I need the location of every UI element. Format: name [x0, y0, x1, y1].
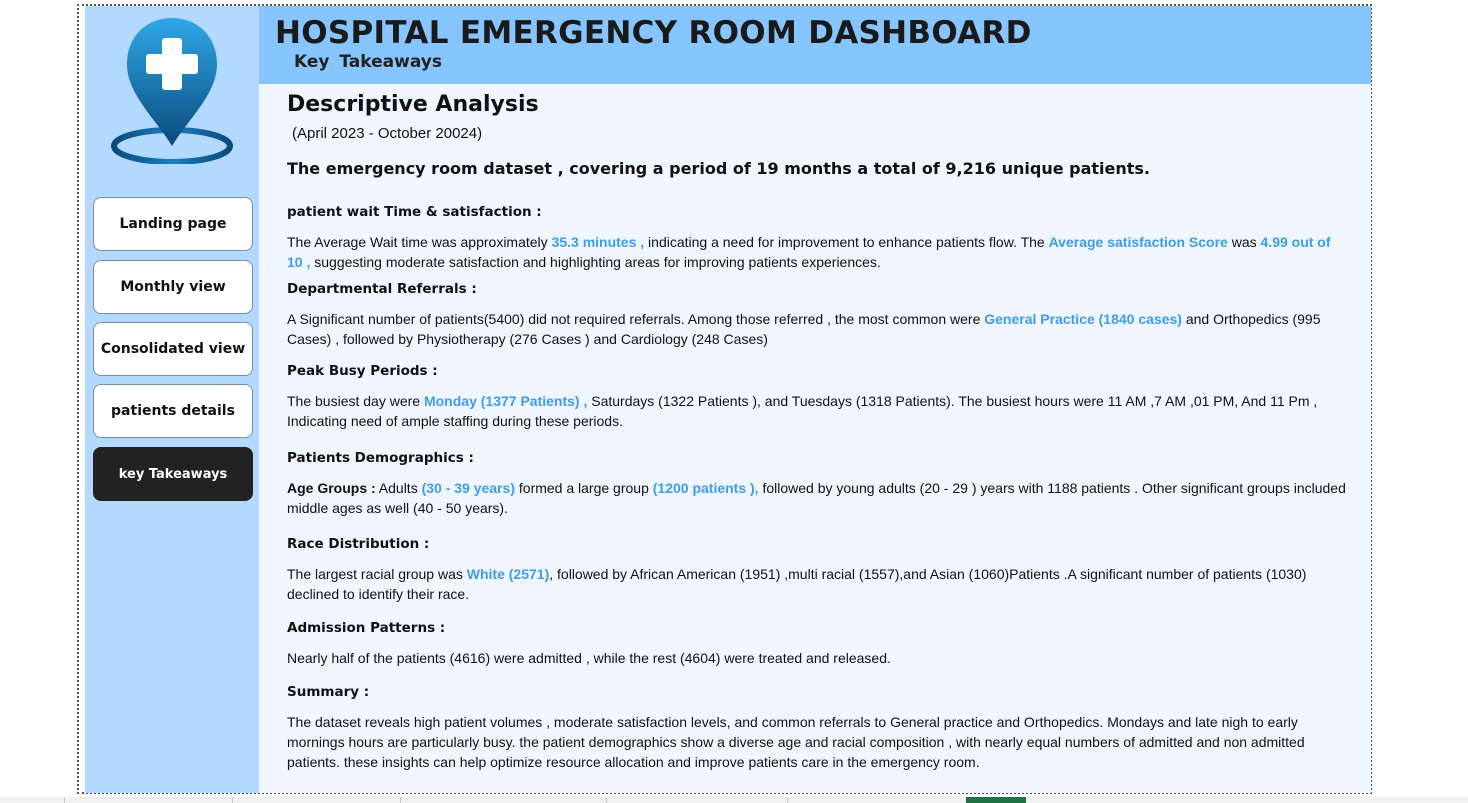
nav-label: Landing page: [119, 216, 227, 232]
race-heading: Race Distribution :: [287, 536, 430, 552]
wait-heading: patient wait Time & satisfaction :: [287, 204, 542, 220]
peak-paragraph: The busiest day were Monday (1377 Patien…: [287, 391, 1347, 431]
nav-landing-page-button[interactable]: Landing page: [93, 197, 253, 251]
demographics-paragraph: Age Groups : Adults (30 - 39 years) form…: [287, 478, 1347, 518]
header-banner: HOSPITAL EMERGENCY ROOM DASHBOARD Key Ta…: [259, 6, 1371, 84]
text: The Average Wait time was approximately: [287, 234, 552, 250]
text: formed a large group: [515, 480, 653, 496]
text: Adults: [375, 480, 422, 496]
lead-summary: The emergency room dataset , covering a …: [287, 159, 1150, 178]
active-sheet-tab[interactable]: [966, 797, 1026, 803]
summary-heading: Summary :: [287, 684, 370, 700]
text: The largest racial group was: [287, 566, 467, 582]
demographics-heading: Patients Demographics :: [287, 450, 474, 466]
highlight: General Practice (1840 cases): [984, 311, 1182, 327]
sidebar: Landing page Monthly view Consolidated v…: [85, 6, 259, 793]
peak-heading: Peak Busy Periods :: [287, 363, 438, 379]
wait-paragraph: The Average Wait time was approximately …: [287, 232, 1347, 272]
age-groups-label: Age Groups :: [287, 480, 376, 496]
text: indicating a need for improvement to enh…: [644, 234, 1049, 250]
text: was: [1227, 234, 1261, 250]
text: A Significant number of patients(5400) d…: [287, 311, 985, 327]
race-paragraph: The largest racial group was White (2571…: [287, 564, 1347, 604]
highlight: Average satisfaction Score: [1048, 234, 1228, 250]
nav-monthly-view-button[interactable]: Monthly view: [93, 260, 253, 314]
highlight: Monday (1377 Patients) ,: [423, 393, 588, 409]
admission-heading: Admission Patterns :: [287, 620, 446, 636]
nav-label: patients details: [111, 403, 235, 419]
page-subtitle: Key Takeaways: [294, 52, 442, 72]
highlight: 35.3 minutes ,: [551, 234, 645, 250]
hospital-location-pin-icon: [111, 18, 233, 164]
nav-label: Monthly view: [120, 279, 226, 295]
sheet-tab-bar: [0, 797, 1468, 803]
referrals-paragraph: A Significant number of patients(5400) d…: [287, 309, 1347, 349]
admission-paragraph: Nearly half of the patients (4616) were …: [287, 650, 891, 666]
highlight: (1200 patients ),: [652, 480, 759, 496]
text: suggesting moderate satisfaction and hig…: [310, 254, 881, 270]
nav-label: key Takeaways: [118, 466, 228, 482]
content-panel: Descriptive Analysis (April 2023 - Octob…: [259, 84, 1371, 793]
nav-consolidated-view-button[interactable]: Consolidated view: [93, 322, 253, 376]
highlight: (30 - 39 years): [421, 480, 515, 496]
section-heading: Descriptive Analysis: [287, 92, 539, 117]
referrals-heading: Departmental Referrals :: [287, 281, 477, 297]
highlight: White (2571): [466, 566, 550, 582]
date-range: (April 2023 - October 20024): [292, 125, 483, 142]
nav-label: Consolidated view: [100, 341, 246, 357]
text: The busiest day were: [287, 393, 424, 409]
summary-paragraph: The dataset reveals high patient volumes…: [287, 714, 1305, 770]
nav-patients-details-button[interactable]: patients details: [93, 384, 253, 438]
page-title: HOSPITAL EMERGENCY ROOM DASHBOARD: [275, 15, 1032, 51]
nav-key-takeaways-button[interactable]: key Takeaways: [93, 447, 253, 501]
